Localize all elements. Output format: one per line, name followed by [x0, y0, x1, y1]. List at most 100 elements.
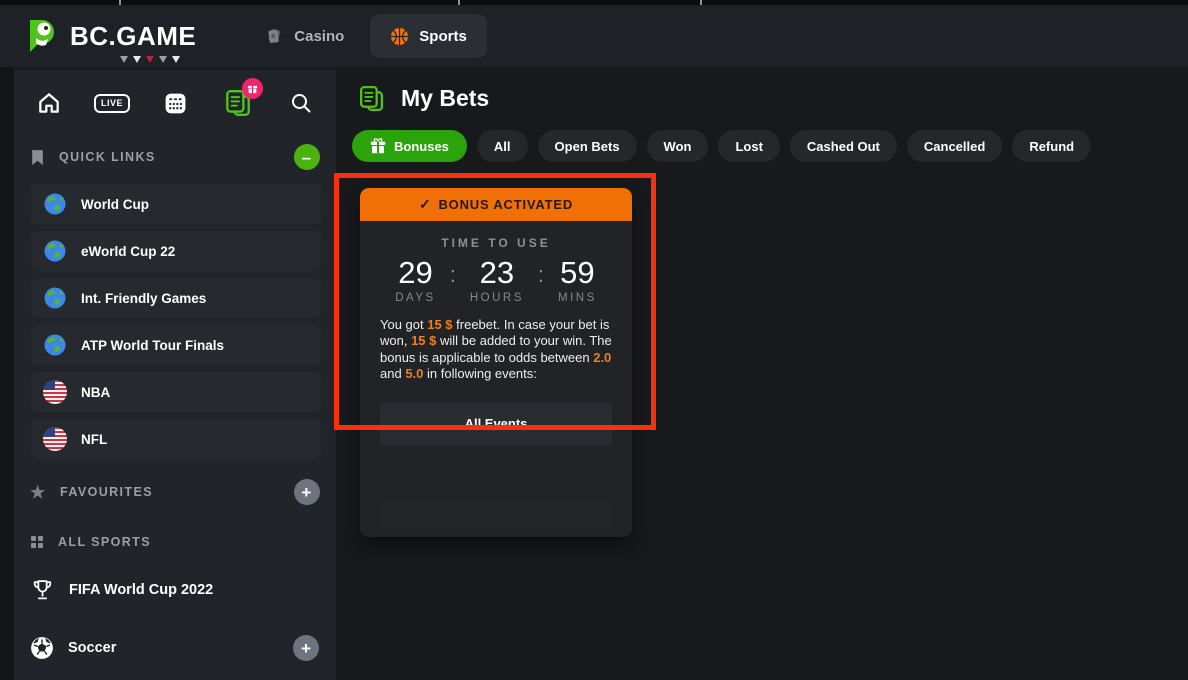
all-sports-label: ALL SPORTS: [58, 535, 151, 549]
schedule-calendar-icon[interactable]: [158, 86, 192, 120]
filter-label: Open Bets: [555, 139, 620, 154]
star-icon: ★: [30, 484, 46, 501]
gift-icon: [370, 138, 386, 154]
days-value: 29: [395, 257, 435, 290]
live-icon[interactable]: LIVE: [95, 86, 129, 120]
countdown-separator: :: [538, 264, 544, 286]
sidebar-item-atp-world-tour-finals[interactable]: ATP World Tour Finals: [31, 325, 321, 365]
filter-all[interactable]: All: [477, 130, 528, 162]
bonus-activated-label: BONUS ACTIVATED: [438, 197, 573, 212]
all-events-button[interactable]: All Events: [380, 402, 612, 446]
odds-max: 5.0: [405, 366, 423, 381]
quick-link-label: NBA: [81, 385, 110, 400]
filter-won[interactable]: Won: [647, 130, 709, 162]
page-title: My Bets: [358, 84, 489, 113]
time-to-use-label: TIME TO USE: [360, 236, 632, 250]
left-gutter: [0, 67, 14, 680]
hours-value: 23: [470, 257, 524, 290]
bookmark-icon: [30, 149, 45, 166]
trophy-icon: [30, 577, 55, 603]
check-icon: ✓: [419, 196, 432, 213]
sidebar-item-eworld-cup[interactable]: eWorld Cup 22: [31, 231, 321, 271]
logo-text: BC.GAME: [70, 21, 196, 52]
globe-icon: [43, 286, 67, 310]
days-label: DAYS: [395, 292, 435, 304]
sidebar-item-nfl[interactable]: NFL: [31, 419, 321, 459]
sport-item-label: FIFA World Cup 2022: [69, 582, 213, 598]
filter-cashed-out[interactable]: Cashed Out: [790, 130, 897, 162]
quick-link-label: World Cup: [81, 197, 149, 212]
tab-sports-label: Sports: [419, 28, 467, 45]
sidebar-item-int-friendly-games[interactable]: Int. Friendly Games: [31, 278, 321, 318]
filter-label: Cancelled: [924, 139, 985, 154]
filter-label: Lost: [735, 139, 762, 154]
collapse-quick-links-button[interactable]: –: [294, 144, 320, 170]
sidebar-item-nba[interactable]: NBA: [31, 372, 321, 412]
filter-label: Refund: [1029, 139, 1074, 154]
quick-link-label: NFL: [81, 432, 107, 447]
bet-slips-icon[interactable]: [221, 86, 255, 120]
freebet-amount: 15 $: [427, 317, 452, 332]
tab-casino[interactable]: Casino: [244, 14, 364, 58]
gift-notification-badge: [242, 78, 263, 99]
bcgame-logo[interactable]: BC.GAME: [22, 16, 196, 56]
search-icon[interactable]: [284, 86, 318, 120]
tab-sports[interactable]: Sports: [370, 14, 487, 58]
filter-lost[interactable]: Lost: [718, 130, 779, 162]
sidebar: LIVE: [14, 70, 336, 680]
bonus-countdown: 29 DAYS : 23 HOURS : 59 MINS: [360, 257, 632, 304]
quick-links-header: QUICK LINKS –: [14, 144, 336, 170]
soccer-ball-icon: [30, 636, 54, 660]
quick-links-label: QUICK LINKS: [59, 150, 156, 164]
filter-refund[interactable]: Refund: [1012, 130, 1091, 162]
sidebar-icon-nav: LIVE: [14, 70, 336, 120]
mins-value: 59: [558, 257, 597, 290]
sport-item-label: Soccer: [68, 640, 116, 656]
quick-link-label: ATP World Tour Finals: [81, 338, 224, 353]
filter-label: Bonuses: [394, 139, 449, 154]
page-title-text: My Bets: [401, 85, 489, 112]
live-icon-label: LIVE: [94, 94, 130, 113]
sidebar-item-world-cup[interactable]: World Cup: [31, 184, 321, 224]
my-bets-icon: [358, 84, 385, 113]
us-flag-icon: [43, 427, 67, 451]
odds-min: 2.0: [593, 350, 611, 365]
casino-cards-icon: [264, 26, 284, 46]
bonus-description: You got 15 $ freebet. In case your bet i…: [380, 317, 612, 383]
globe-icon: [43, 239, 67, 263]
mins-label: MINS: [558, 292, 597, 304]
globe-icon: [43, 192, 67, 216]
favourites-label: FAVOURITES: [60, 485, 153, 499]
filter-cancelled[interactable]: Cancelled: [907, 130, 1002, 162]
favourites-header: ★ FAVOURITES +: [14, 479, 336, 505]
home-icon[interactable]: [32, 86, 66, 120]
basketball-icon: [390, 27, 409, 46]
filter-label: All: [494, 139, 511, 154]
filter-open-bets[interactable]: Open Bets: [538, 130, 637, 162]
topbar: BC.GAME Casino Sports: [0, 5, 1188, 67]
filter-label: Won: [664, 139, 692, 154]
card-footer-area: [380, 499, 612, 529]
us-flag-icon: [43, 380, 67, 404]
logo-garland: [120, 56, 180, 63]
win-amount: 15 $: [411, 333, 436, 348]
countdown-days: 29 DAYS: [395, 257, 435, 304]
sidebar-item-fifa-world-cup-2022[interactable]: FIFA World Cup 2022: [14, 577, 336, 603]
bonus-card: ✓ BONUS ACTIVATED TIME TO USE 29 DAYS : …: [360, 188, 632, 537]
add-favourite-button[interactable]: +: [294, 479, 320, 505]
filter-chips: Bonuses All Open Bets Won Lost Cashed Ou…: [352, 130, 1091, 162]
sidebar-item-soccer[interactable]: Soccer +: [14, 635, 336, 661]
bonus-activated-banner: ✓ BONUS ACTIVATED: [360, 188, 632, 221]
expand-soccer-button[interactable]: +: [293, 635, 319, 661]
filter-bonuses[interactable]: Bonuses: [352, 130, 467, 162]
tab-casino-label: Casino: [294, 28, 344, 45]
quick-links-list: World Cup eWorld Cup 22 Int. Friendly Ga…: [14, 170, 336, 459]
quick-link-label: Int. Friendly Games: [81, 291, 206, 306]
quick-link-label: eWorld Cup 22: [81, 244, 175, 259]
hours-label: HOURS: [470, 292, 524, 304]
grid-icon: [30, 535, 44, 549]
all-sports-header: ALL SPORTS: [14, 535, 336, 549]
main-content: My Bets Bonuses All Open Bets Won Lost C…: [336, 67, 1188, 680]
globe-icon: [43, 333, 67, 357]
filter-label: Cashed Out: [807, 139, 880, 154]
